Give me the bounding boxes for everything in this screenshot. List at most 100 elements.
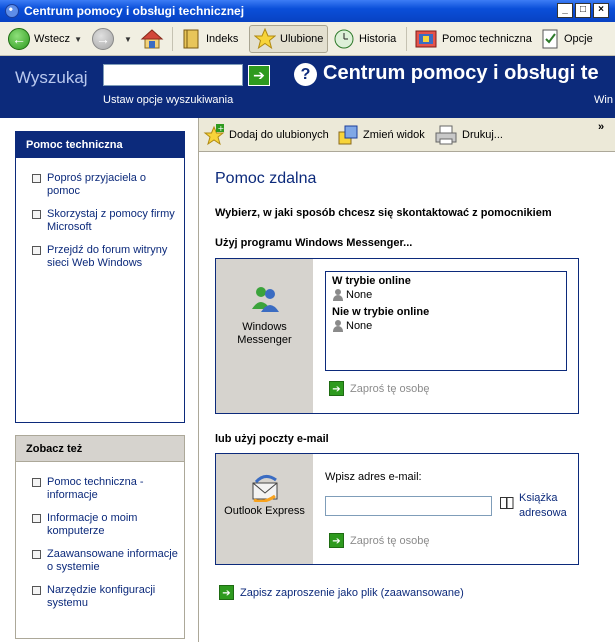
index-label: Indeks	[206, 33, 239, 45]
see-also-panel: Zobacz też Pomoc techniczna - informacje…	[15, 435, 185, 639]
banner-windows-fragment: Win	[594, 94, 613, 106]
see-also-link-config-tool[interactable]: Narzędzie konfiguracji systemu	[32, 584, 178, 610]
messenger-section-heading: Użyj programu Windows Messenger...	[215, 237, 413, 249]
invite-person-email-button[interactable]: ➔ Zaproś tę osobę	[329, 533, 430, 548]
forward-arrow-icon: →	[92, 28, 114, 50]
favorites-star-icon	[254, 28, 276, 50]
green-arrow-icon: ➔	[329, 533, 344, 548]
outlook-express-caption: Outlook Express	[224, 505, 305, 517]
forward-button[interactable]: → ▼	[92, 25, 132, 53]
main-toolbar: ← Wstecz ▼ → ▼ Indeks Ulubione Historia	[0, 22, 615, 56]
save-invitation-link[interactable]: ➔ Zapisz zaproszenie jako plik (zaawanso…	[219, 585, 464, 600]
link-bullet-icon	[32, 550, 41, 559]
email-box: Outlook Express Wpisz adres e-mail: Ksią…	[215, 453, 579, 565]
title-bar: Centrum pomocy i obsługi technicznej _ □…	[0, 0, 615, 22]
forward-dropdown-icon[interactable]: ▼	[124, 35, 132, 44]
change-view-button[interactable]: Zmień widok	[337, 124, 425, 146]
print-label: Drukuj...	[462, 129, 503, 141]
support-panel-title: Pomoc techniczna	[16, 132, 184, 158]
back-dropdown-icon[interactable]: ▼	[74, 35, 82, 44]
search-options-link[interactable]: Ustaw opcje wyszukiwania	[103, 94, 233, 106]
add-favorite-label: Dodaj do ulubionych	[229, 129, 329, 141]
support-button[interactable]: Pomoc techniczna	[414, 25, 532, 53]
support-link-web-forum[interactable]: Przejdź do forum witryny sieci Web Windo…	[32, 244, 178, 270]
content-area: Pomoc zdalna Wybierz, w jaki sposób chce…	[199, 152, 615, 642]
change-view-label: Zmień widok	[363, 129, 425, 141]
green-arrow-icon: ➔	[219, 585, 234, 600]
options-checklist-icon	[542, 29, 558, 49]
change-view-icon	[338, 125, 358, 145]
history-button[interactable]: Historia	[333, 25, 396, 53]
support-label: Pomoc techniczna	[442, 33, 532, 45]
invite-person-button[interactable]: ➔ Zaproś tę osobę	[329, 381, 430, 396]
email-address-input[interactable]	[325, 496, 492, 516]
options-label: Opcje	[564, 33, 593, 45]
toolbar-separator	[172, 27, 173, 51]
contacts-list[interactable]: W trybie online None Nie w trybie online…	[325, 271, 567, 371]
svg-text:+: +	[218, 124, 225, 133]
outlook-side-panel: Outlook Express	[216, 454, 313, 564]
windows-messenger-caption: Windows Messenger	[237, 321, 292, 346]
messenger-box: Windows Messenger W trybie online None N…	[215, 258, 579, 414]
outlook-express-icon	[250, 474, 280, 503]
contact-user-icon	[332, 289, 344, 301]
offline-group-header: Nie w trybie online	[332, 306, 430, 318]
toolbar-more-chevron[interactable]: »	[598, 121, 604, 133]
options-button[interactable]: Opcje	[540, 25, 593, 53]
see-also-panel-title: Zobacz też	[16, 436, 184, 462]
content-toolbar: + Dodaj do ulubionych Zmień widok Drukuj…	[199, 118, 615, 152]
support-link-microsoft[interactable]: Skorzystaj z pomocy firmy Microsoft	[32, 208, 178, 234]
home-icon	[140, 29, 164, 49]
link-bullet-icon	[32, 514, 41, 523]
support-panel: Pomoc techniczna Poproś przyjaciela o po…	[15, 131, 185, 423]
address-book-link[interactable]: Książka adresowa	[519, 491, 579, 521]
green-arrow-icon: ➔	[329, 381, 344, 396]
page-title: Pomoc zdalna	[215, 170, 317, 187]
index-book-icon	[183, 29, 199, 49]
toolbar-separator	[406, 27, 407, 51]
maximize-button[interactable]: □	[575, 3, 591, 18]
search-label: Wyszukaj	[15, 68, 88, 87]
messenger-side-panel: Windows Messenger	[216, 259, 313, 413]
search-go-button[interactable]: ➔	[248, 65, 270, 86]
instruction-text: Wybierz, w jaki sposób chcesz się skonta…	[215, 207, 552, 219]
address-book-icon[interactable]	[500, 497, 514, 509]
link-bullet-icon	[32, 246, 41, 255]
online-contact[interactable]: None	[332, 288, 560, 302]
link-bullet-icon	[32, 586, 41, 595]
home-button[interactable]	[140, 25, 164, 53]
link-bullet-icon	[32, 478, 41, 487]
back-button[interactable]: ← Wstecz ▼	[8, 25, 82, 53]
search-banner: Wyszukaj ➔ Ustaw opcje wyszukiwania ? Ce…	[0, 56, 615, 118]
close-button[interactable]: ×	[593, 3, 609, 18]
favorites-label: Ulubione	[280, 33, 324, 45]
offline-contact[interactable]: None	[332, 319, 560, 333]
see-also-link-advanced-system[interactable]: Zaawansowane informacje o systemie	[32, 548, 178, 574]
window-title: Centrum pomocy i obsługi technicznej	[24, 4, 245, 18]
email-field-label: Wpisz adres e-mail:	[325, 471, 422, 483]
history-label: Historia	[359, 33, 397, 45]
online-group-header: W trybie online	[332, 275, 411, 287]
minimize-button[interactable]: _	[557, 3, 573, 18]
print-button[interactable]: Drukuj...	[434, 124, 503, 146]
help-center-app-icon	[5, 4, 19, 18]
favorites-button[interactable]: Ulubione	[249, 25, 329, 53]
add-to-favorites-button[interactable]: + Dodaj do ulubionych	[203, 124, 329, 146]
email-section-heading: lub użyj poczty e-mail	[215, 433, 329, 445]
link-bullet-icon	[32, 210, 41, 219]
history-clock-icon	[334, 29, 354, 49]
support-link-ask-friend[interactable]: Poproś przyjaciela o pomoc	[32, 172, 178, 198]
printer-icon	[435, 125, 457, 145]
index-button[interactable]: Indeks	[180, 25, 238, 53]
see-also-link-support-info[interactable]: Pomoc techniczna - informacje	[32, 476, 178, 502]
back-arrow-icon: ←	[8, 28, 30, 50]
link-bullet-icon	[32, 174, 41, 183]
back-label: Wstecz	[34, 33, 71, 45]
left-navigation-pane: Pomoc techniczna Poproś przyjaciela o po…	[0, 118, 199, 642]
see-also-link-my-computer[interactable]: Informacje o moim komputerze	[32, 512, 178, 538]
search-input[interactable]	[103, 64, 243, 86]
add-favorite-star-icon: +	[203, 124, 225, 146]
windows-messenger-icon	[250, 285, 280, 313]
contact-user-icon	[332, 320, 344, 332]
help-center-title: Centrum pomocy i obsługi te	[323, 62, 599, 84]
